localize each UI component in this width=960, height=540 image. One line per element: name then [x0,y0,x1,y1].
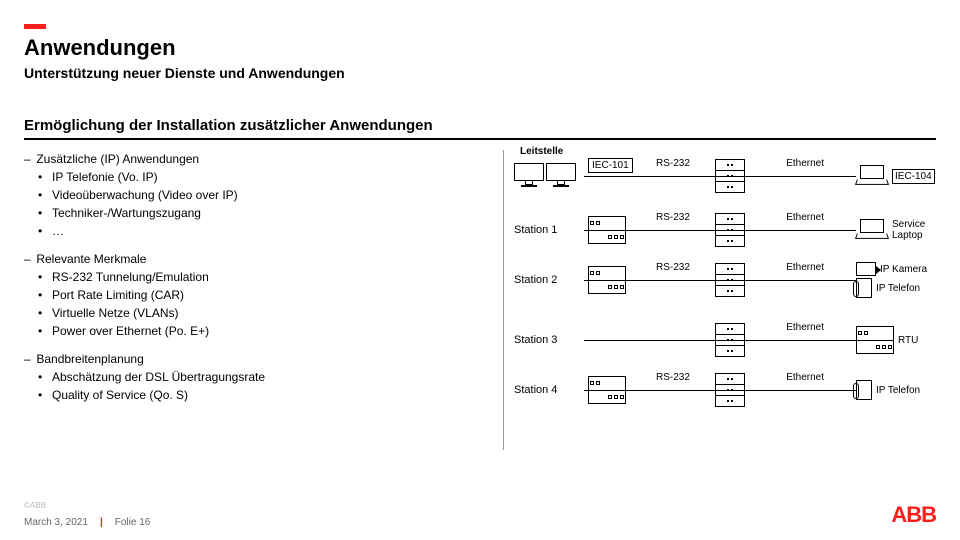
list-item: Abschätzung der DSL Übertragungsrate [24,368,497,386]
router-icon [715,373,745,407]
router-icon [715,159,745,193]
link-label: RS-232 [654,372,692,383]
link-label: Ethernet [784,158,826,169]
bullet-list: – Zusätzliche (IP) Anwendungen IP Telefo… [24,150,504,450]
device-label: IP Telefon [876,385,920,396]
link-label: Ethernet [784,212,826,223]
camera-icon [856,262,876,276]
protocol-label: IEC-101 [588,158,633,173]
rack-icon [588,376,626,404]
list-item: Techniker-/Wartungszugang [24,204,497,222]
link-label: Ethernet [784,322,826,333]
list2-heading: Bandbreitenplanung [36,352,143,366]
laptop-icon [856,219,888,241]
section-title: Ermöglichung der Installation zusätzlich… [24,117,936,140]
device-label: Service Laptop [892,219,936,241]
device-label: RTU [898,335,918,346]
station-label: Station 2 [514,274,584,286]
device-label: IP Telefon [876,283,920,294]
brand-dash [24,24,46,29]
page-subtitle: Unterstützung neuer Dienste und Anwendun… [24,65,936,81]
laptop-icon [856,165,888,187]
protocol-label: IEC-104 [892,169,935,184]
list-item: Port Rate Limiting (CAR) [24,286,497,304]
station-label: Station 4 [514,384,584,396]
link-label: Ethernet [784,262,826,273]
footer-slide: Folie 16 [115,517,151,528]
phone-icon [856,380,872,400]
page-title: Anwendungen [24,35,936,61]
monitor-icon [514,163,544,189]
brand-logo: ABB [891,502,936,528]
list-item: RS-232 Tunnelung/Emulation [24,268,497,286]
link-label: RS-232 [654,212,692,223]
list-item: Quality of Service (Qo. S) [24,386,497,404]
link-label: RS-232 [654,262,692,273]
rack-icon [588,216,626,244]
rack-icon [588,266,626,294]
router-icon [715,263,745,297]
link-label: Ethernet [784,372,826,383]
list-item: Power over Ethernet (Po. E+) [24,322,497,340]
list-item: IP Telefonie (Vo. IP) [24,168,497,186]
rack-icon [856,326,894,354]
list-item: Videoüberwachung (Video over IP) [24,186,497,204]
list-item: Virtuelle Netze (VLANs) [24,304,497,322]
list-item: … [24,222,497,240]
station-label: Station 3 [514,334,584,346]
list0-heading: Zusätzliche (IP) Anwendungen [36,152,199,166]
list1-heading: Relevante Merkmale [36,252,146,266]
monitor-icon [546,163,576,189]
router-icon [715,213,745,247]
copyright: ©ABB [24,501,46,510]
station-label: Station 1 [514,224,584,236]
device-label: IP Kamera [880,264,927,275]
footer: March 3, 2021 | Folie 16 ABB [24,517,936,528]
network-diagram: Leitstelle IEC-101 RS-232 Ethernet IEC-1… [514,150,936,450]
phone-icon [856,278,872,298]
router-icon [715,323,745,357]
link-label: RS-232 [654,158,692,169]
footer-date: March 3, 2021 [24,517,88,528]
